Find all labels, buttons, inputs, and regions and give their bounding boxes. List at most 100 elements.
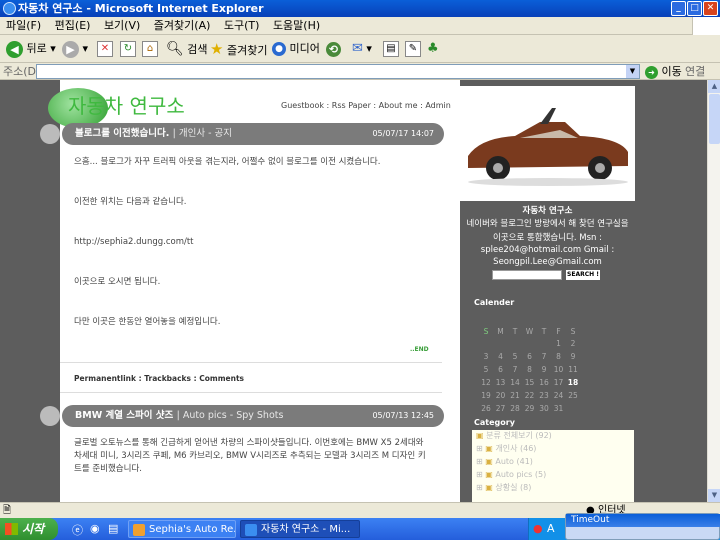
home-button[interactable]: ⌂	[142, 39, 158, 59]
page-icon: 🗎︎	[3, 505, 12, 516]
calendar-day[interactable]: 11	[565, 365, 581, 374]
ime-mode-label[interactable]: A	[547, 522, 555, 535]
post-date: 05/07/13 12:45	[372, 411, 434, 420]
menu-favorites[interactable]: 즐겨찾기(A)	[150, 17, 215, 35]
print-button[interactable]: ▤	[383, 39, 399, 59]
search-label: 검색	[187, 43, 208, 56]
category-item[interactable]: ⊞ ▣ 개인사 (46)	[476, 443, 536, 455]
media-button[interactable]: ● 미디어	[272, 39, 320, 59]
go-arrow-icon: ➜	[645, 65, 658, 79]
blog-nav-links[interactable]: Guestbook : Rss Paper : About me : Admin	[281, 101, 451, 110]
address-dropdown-icon[interactable]: ▼	[626, 65, 639, 78]
title-bar[interactable]: 자동차 연구소 - Microsoft Internet Explorer _ …	[0, 0, 720, 17]
links-label[interactable]: 연결	[685, 63, 705, 80]
menu-bar: 파일(F) 편집(E) 보기(V) 즐겨찾기(A) 도구(T) 도움말(H)	[0, 17, 720, 35]
folder-icon: ▣	[485, 457, 493, 466]
post-title[interactable]: 블로그를 이전했습니다. | 개인사 - 공지	[75, 123, 232, 145]
ie-window: 자동차 연구소 - Microsoft Internet Explorer _ …	[0, 0, 720, 518]
folder-icon: ▣	[485, 470, 493, 479]
sidebar-search-button[interactable]: SEARCH !	[566, 270, 600, 280]
ime-icon[interactable]: ●	[533, 522, 543, 535]
post-title[interactable]: BMW 계열 스파이 샷즈 | Auto pics - Spy Shots	[75, 405, 283, 427]
post-body-line: 이전한 위치는 다음과 같습니다.	[74, 197, 187, 207]
forward-button[interactable]: ▶ ▾	[62, 39, 88, 59]
category-item[interactable]: ⊞ ▣ Auto (41)	[476, 456, 533, 468]
scroll-up-icon[interactable]: ▲	[708, 80, 720, 93]
windows-logo	[692, 17, 720, 35]
post-body-line: 다만 이곳은 한동안 열어놓을 예정입니다.	[74, 317, 221, 327]
post-footer-links[interactable]: Permanentlink : Trackbacks : Comments	[74, 374, 244, 383]
post-link[interactable]: http://sephia2.dungg.com/tt	[74, 236, 434, 249]
page-viewport: 자동차 연구소 Guestbook : Rss Paper : About me…	[0, 80, 707, 502]
history-button[interactable]: ⟲	[326, 39, 341, 59]
sidebar-name: 자동차 연구소	[522, 206, 573, 216]
search-icon: 🔍︎	[166, 41, 184, 57]
category-tree: ▣ 분류 전체보기 (92) ⊞ ▣ 개인사 (46) ⊞ ▣ Auto (41…	[472, 430, 634, 502]
media-label: 미디어	[289, 42, 320, 55]
folder-icon: ▣	[485, 483, 493, 492]
calendar-day[interactable]: 18	[565, 378, 581, 387]
go-label: 이동	[661, 65, 682, 78]
taskbar-item[interactable]: Sephia's Auto Re...	[128, 520, 236, 538]
category-item[interactable]: ▣ 분류 전체보기 (92)	[476, 430, 552, 442]
address-bar: 주소(D) ▼ ➜ 이동 연결	[0, 63, 720, 80]
quicklaunch-ie-icon[interactable]: ⓔ	[72, 522, 83, 538]
close-button[interactable]: ✕	[703, 1, 718, 16]
quicklaunch-desktop-icon[interactable]: ▤	[108, 522, 118, 535]
refresh-button[interactable]: ↻	[120, 39, 136, 59]
stop-button[interactable]: ✕	[97, 39, 113, 59]
post-category[interactable]: | 개인사 - 공지	[173, 128, 232, 139]
balloon-title: TimeOut	[566, 514, 720, 527]
scroll-down-icon[interactable]: ▼	[708, 489, 720, 502]
divider	[60, 392, 442, 393]
search-button[interactable]: 🔍︎ 검색	[166, 39, 208, 59]
print-icon: ▤	[383, 41, 399, 57]
notification-balloon[interactable]: TimeOut	[565, 513, 720, 540]
calendar-day[interactable]: 2	[565, 339, 581, 348]
category-item[interactable]: ⊞ ▣ 상황실 (8)	[476, 482, 531, 494]
back-button[interactable]: ◀ 뒤로 ▾	[6, 39, 56, 59]
windows-flag-icon	[5, 523, 18, 535]
blog-title[interactable]: 자동차 연구소	[68, 90, 185, 119]
post-body-line: 으흠... 블로그가 자꾸 트러픽 아웃을 겪는지라, 어쩔수 없이 블로그를 …	[74, 157, 381, 167]
calendar-day[interactable]: 25	[565, 391, 581, 400]
maximize-button[interactable]: □	[687, 1, 702, 16]
toolbar: ◀ 뒤로 ▾ ▶ ▾ ✕ ↻ ⌂ 🔍︎ 검색 ★ 즐겨찾기 ● 미디어 ⟲ ✉ …	[0, 35, 720, 63]
stop-icon: ✕	[97, 41, 113, 57]
mail-button[interactable]: ✉ ▾	[352, 39, 372, 59]
menu-file[interactable]: 파일(F)	[2, 17, 45, 35]
scroll-thumb[interactable]	[709, 94, 720, 144]
post-body-line: 글로벌 오토뉴스를 통해 긴급하게 얻어낸 차량의 스파이샷들입니다. 이번호에…	[74, 438, 426, 474]
folder-icon: ▣	[476, 431, 484, 440]
menu-edit[interactable]: 편집(E)	[51, 17, 95, 35]
calendar-day[interactable]: 31	[551, 404, 567, 413]
star-icon: ★	[210, 40, 224, 58]
menu-help[interactable]: 도움말(H)	[269, 17, 324, 35]
history-icon: ⟲	[326, 41, 341, 57]
window-title: 자동차 연구소 - Microsoft Internet Explorer	[18, 2, 264, 15]
menu-view[interactable]: 보기(V)	[100, 17, 144, 35]
sidebar-desc-line: 이곳으로 통합했습니다. Msn :	[492, 233, 603, 243]
quicklaunch-browser-icon[interactable]: ◉	[90, 522, 100, 535]
edit-button[interactable]: ✎	[405, 39, 421, 59]
start-button[interactable]: 시작	[0, 518, 58, 540]
ie-icon	[3, 2, 16, 15]
edit-icon: ✎	[405, 41, 421, 57]
menu-tools[interactable]: 도구(T)	[220, 17, 264, 35]
vertical-scrollbar[interactable]: ▲ ▼	[707, 80, 720, 502]
category-item[interactable]: ⊞ ▣ Auto pics (5)	[476, 469, 546, 481]
post-category[interactable]: | Auto pics - Spy Shots	[177, 410, 284, 421]
calendar-day[interactable]: 9	[565, 352, 581, 361]
blog-sidebar: 자동차 연구소 네이버와 블로그인 방랑에서 해 찾던 연구실을 이곳으로 통합…	[460, 80, 635, 502]
taskbar-item-active[interactable]: 자동차 연구소 - Mi...	[240, 520, 360, 538]
sidebar-desc-line: Seongpil.Lee@Gmail.com	[493, 257, 602, 267]
sidebar-desc-line: 네이버와 블로그인 방랑에서 해 찾던 연구실을	[466, 219, 629, 229]
messenger-button[interactable]: ♣	[427, 39, 439, 59]
go-button[interactable]: ➜ 이동	[645, 63, 682, 80]
address-input[interactable]: ▼	[36, 64, 640, 79]
favorites-button[interactable]: ★ 즐겨찾기	[210, 39, 267, 59]
convertible-car-icon	[468, 108, 628, 186]
sidebar-search-input[interactable]	[492, 270, 562, 280]
mail-icon: ✉	[352, 41, 363, 56]
minimize-button[interactable]: _	[671, 1, 686, 16]
